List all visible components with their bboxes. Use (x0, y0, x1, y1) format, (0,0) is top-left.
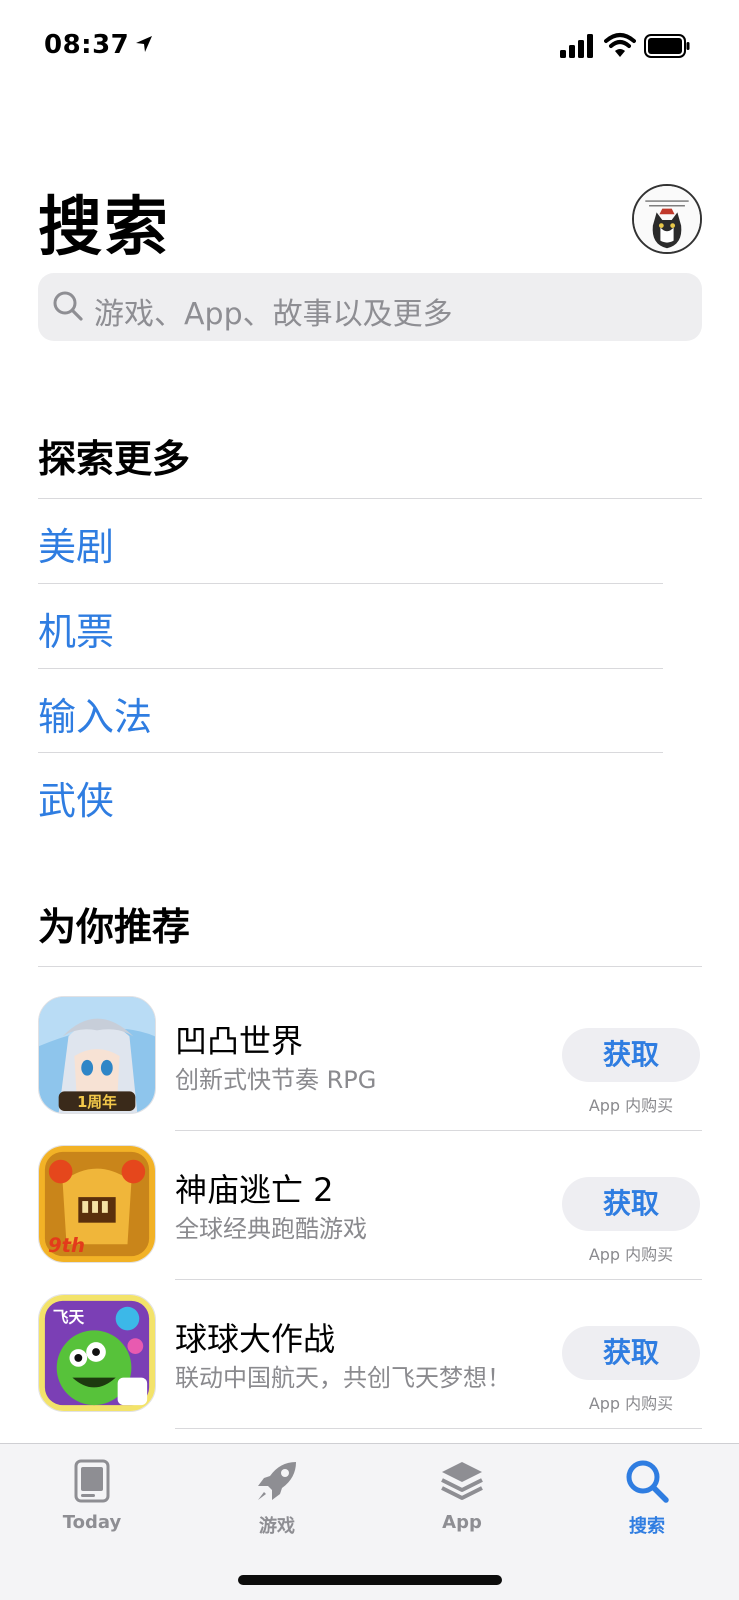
temple-run-app-icon: 9th (39, 1146, 155, 1262)
status-time: 08:37 (44, 30, 130, 60)
divider (38, 498, 702, 499)
status-bar: 08:37 (0, 0, 739, 90)
app-icon[interactable]: 9th (38, 1145, 156, 1263)
rocket-icon (258, 1462, 296, 1500)
in-app-purchase-note: App 内购买 (588, 1245, 674, 1264)
get-button[interactable]: 获取 (562, 1326, 700, 1380)
today-icon (74, 1459, 110, 1503)
cellular-signal-icon (560, 34, 593, 58)
explore-link-wuxia[interactable]: 武侠 (38, 770, 114, 825)
explore-link-shurufa[interactable]: 输入法 (38, 686, 152, 741)
wifi-icon (604, 33, 636, 57)
app-subtitle: 全球经典跑酷游戏 (175, 1215, 367, 1243)
aotu-world-app-icon: 1周年 (39, 997, 155, 1113)
divider (175, 1428, 702, 1429)
temple-run-badge-text: 9th (48, 1234, 85, 1257)
recommend-section-title: 为你推荐 (38, 905, 191, 949)
tab-today[interactable]: Today (32, 1458, 152, 1548)
search-icon (626, 1460, 669, 1503)
tab-label: App (442, 1512, 482, 1533)
location-arrow-icon (136, 36, 152, 52)
explore-link-meiju[interactable]: 美剧 (38, 516, 114, 571)
get-button[interactable]: 获取 (562, 1028, 700, 1082)
tab-label: 游戏 (259, 1516, 295, 1537)
battle-badge-text: 飞天 (53, 1308, 85, 1327)
tab-label: 搜索 (629, 1516, 665, 1537)
avatar[interactable] (632, 184, 702, 254)
explore-link-jipiao[interactable]: 机票 (38, 601, 114, 656)
battery-icon (644, 34, 690, 58)
cat-avatar-image (634, 186, 700, 252)
divider (38, 752, 663, 753)
tab-search[interactable]: 搜索 (587, 1458, 707, 1548)
tab-apps[interactable]: App (402, 1458, 522, 1548)
search-icon (53, 291, 83, 321)
app-name: 球球大作战 (175, 1320, 336, 1358)
divider (38, 583, 663, 584)
app-row-aotu-world[interactable]: 1周年 凹凸世界 创新式快节奏 RPG 获取 App 内购买 (0, 996, 739, 1144)
aotu-badge-text: 1周年 (77, 1093, 117, 1111)
app-icon[interactable]: 飞天 (38, 1294, 156, 1412)
in-app-purchase-note: App 内购买 (588, 1096, 674, 1115)
page-title: 搜索 (38, 191, 170, 265)
tab-games[interactable]: 游戏 (217, 1458, 337, 1548)
in-app-purchase-note: App 内购买 (588, 1394, 674, 1413)
divider (175, 1130, 702, 1131)
app-name: 神庙逃亡 2 (175, 1171, 334, 1209)
layers-icon (441, 1462, 483, 1500)
tab-label: Today (62, 1512, 122, 1533)
divider (175, 1279, 702, 1280)
app-row-temple-run-2[interactable]: 9th 神庙逃亡 2 全球经典跑酷游戏 获取 App 内购买 (0, 1145, 739, 1293)
search-input[interactable]: 游戏、App、故事以及更多 (38, 273, 702, 341)
battle-of-balls-app-icon: 飞天 (39, 1295, 155, 1411)
home-indicator[interactable] (238, 1575, 502, 1585)
divider (38, 668, 663, 669)
app-icon[interactable]: 1周年 (38, 996, 156, 1114)
app-name: 凹凸世界 (175, 1022, 304, 1060)
search-placeholder: 游戏、App、故事以及更多 (94, 297, 453, 332)
divider (38, 966, 702, 967)
app-subtitle: 创新式快节奏 RPG (175, 1066, 377, 1094)
get-button[interactable]: 获取 (562, 1177, 700, 1231)
app-subtitle: 联动中国航天，共创飞天梦想！ (175, 1364, 511, 1392)
explore-section-title: 探索更多 (38, 437, 191, 481)
app-row-battle-of-balls[interactable]: 飞天 球球大作战 联动中国航天，共创飞天梦想！ 获取 App 内购买 (0, 1294, 739, 1442)
